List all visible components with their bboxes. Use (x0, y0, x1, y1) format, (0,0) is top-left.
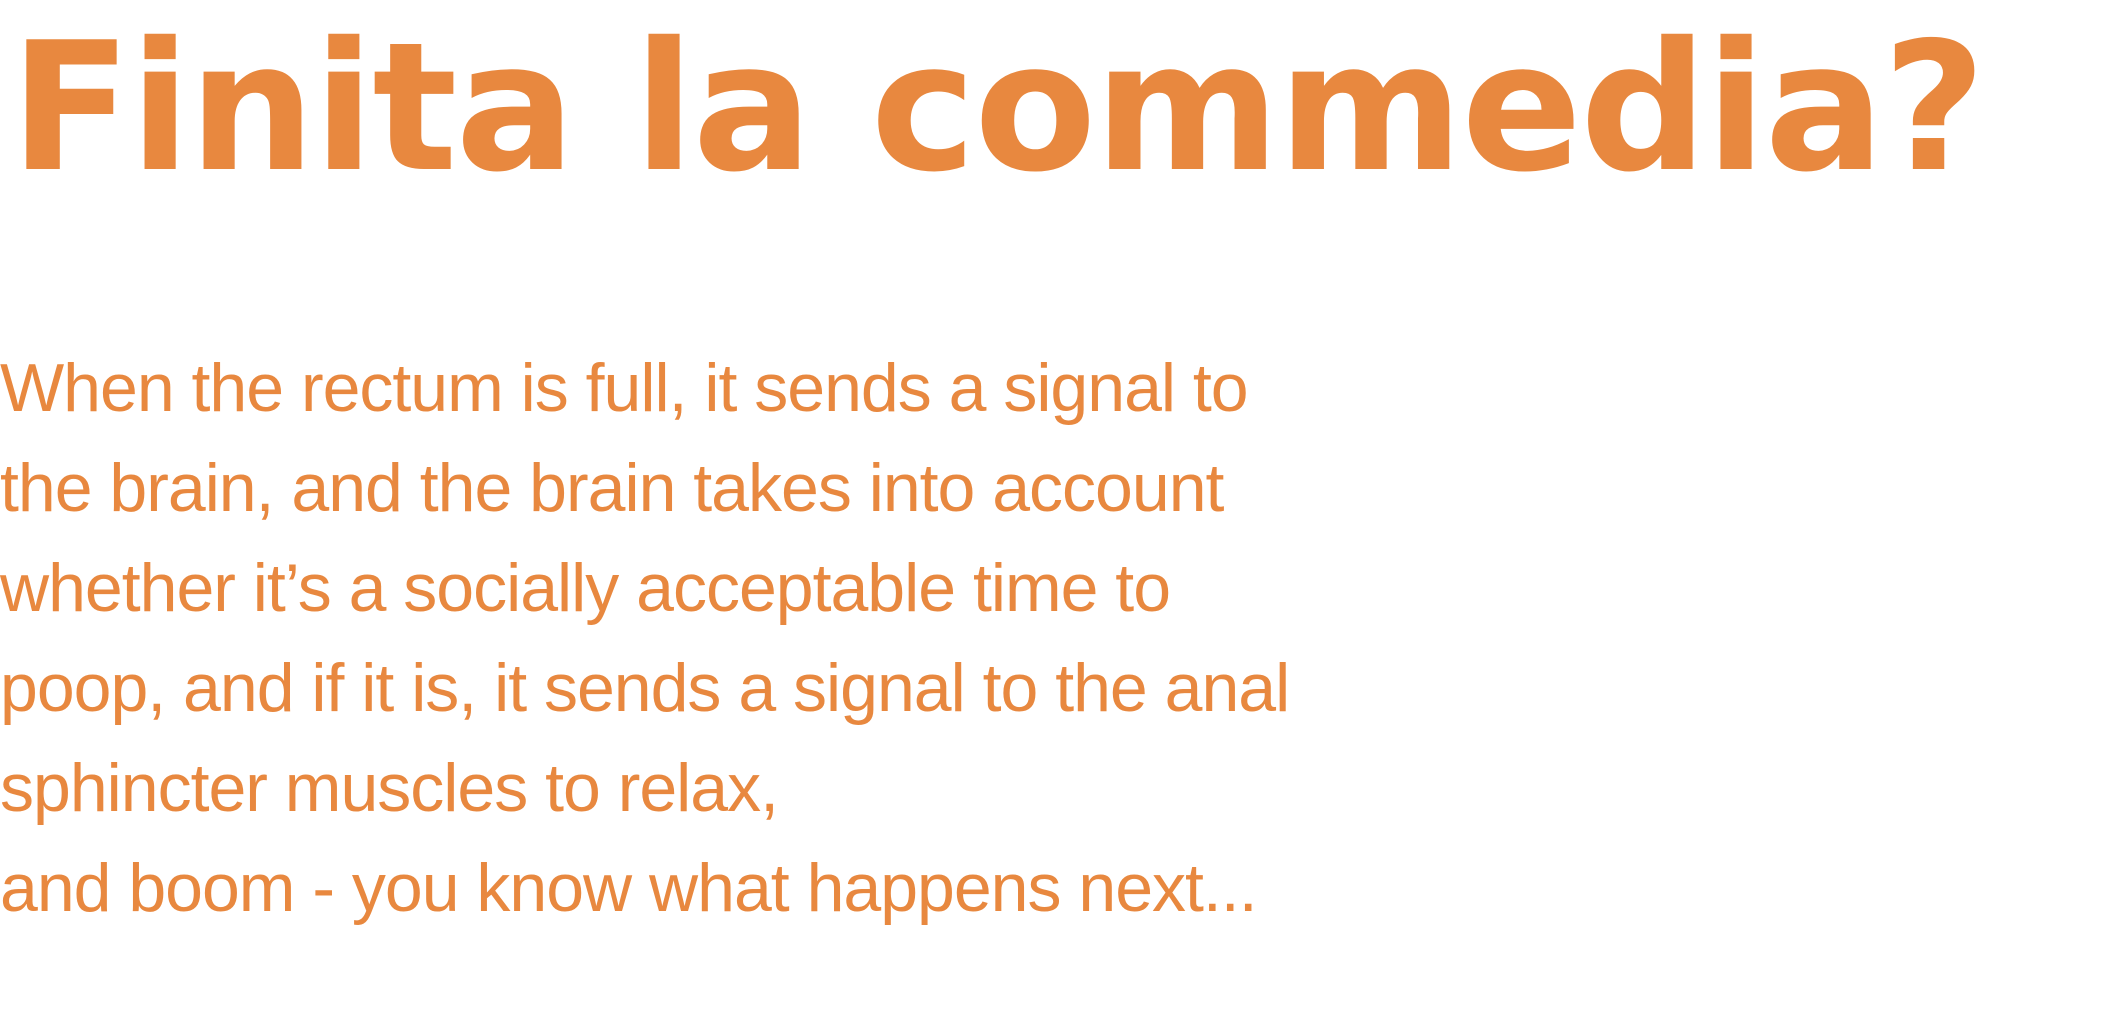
body-line: and boom - you know what happens next... (0, 850, 1258, 926)
body-line: poop, and if it is, it sends a signal to… (0, 650, 1290, 726)
headline: Finita la commedia? (10, 4, 1986, 211)
body-line: When the rectum is full, it sends a sign… (0, 350, 1249, 426)
body-line: sphincter muscles to relax, (0, 750, 779, 826)
body-line: whether it’s a socially acceptable time … (0, 550, 1171, 626)
body-line: the brain, and the brain takes into acco… (0, 450, 1224, 526)
page: Finita la commedia? When the rectum is f… (0, 0, 2115, 1024)
body-text: When the rectum is full, it sends a sign… (0, 338, 1500, 938)
